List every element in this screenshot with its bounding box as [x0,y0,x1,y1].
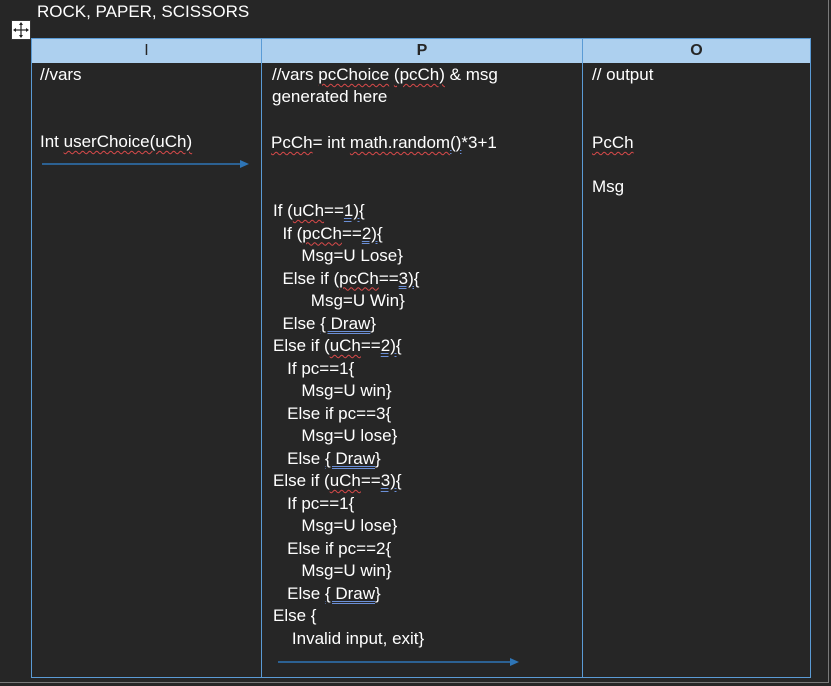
code-token: Else if ( [273,268,340,288]
code-token: Msg=U win} [273,381,392,400]
code-token: { Draw [320,313,371,333]
code-token: Else if pc==2{ [273,538,392,558]
code-line: Msg=U lose} [273,425,397,448]
code-token: uCh [329,471,361,490]
code-token: == [360,336,381,355]
code-token: { Draw [324,583,376,603]
code-token: Else if ( [273,471,330,490]
code-token: Msg=U win} [273,561,392,580]
code-line: Else { Draw} [273,313,376,336]
document-title: ROCK, PAPER, SCISSORS [37,2,250,21]
output-pcch: PcCh [592,132,634,155]
code-line: Msg=U lose} [273,515,397,538]
process-comment-line2: generated here [272,87,388,106]
table-header-row: I P O [32,39,810,63]
code-token: Msg=U Lose} [273,246,403,265]
code-token: Else [273,583,325,603]
code-line: If pc==1{ [273,358,354,381]
code-token: pcCh [339,268,379,288]
header-input: I [144,42,149,59]
code-token: If pc==1{ [273,358,355,378]
process-comment-suffix: & msg [444,65,498,84]
code-line: Msg=U Lose} [273,245,403,268]
input-user-choice-line: Int userChoice(uCh) [40,131,192,154]
output-pcch-text: PcCh [592,133,634,152]
output-msg: Msg [592,177,625,196]
ipo-table: I P O //vars Int userChoice(uCh) //vars … [31,38,811,678]
code-token: uCh [292,201,325,220]
code-token: 3){ [398,268,420,288]
code-line: Else if (pcCh==3){ [273,268,419,291]
code-token: Else if pc==3{ [273,403,392,423]
code-token: } [375,583,381,603]
code-token: Else [273,313,321,333]
code-line: Msg=U win} [273,560,392,583]
code-token: 3){ [380,471,402,490]
process-comment-pcch: (pcCh) [393,65,445,84]
process-pcch-tail: *3+1 [461,133,497,152]
code-token: pcCh [302,223,342,243]
table-move-handle-icon[interactable] [11,20,31,40]
code-line: Else { [273,605,316,628]
code-line: Else { Draw} [273,583,381,606]
input-int-keyword: Int [40,132,64,151]
process-pcch-var: PcCh [271,133,313,152]
code-token: == [360,471,381,490]
code-token: uCh [329,336,361,355]
input-user-choice-decl: userChoice(uCh) [63,132,193,151]
arrow-right-icon [42,160,249,168]
process-comment-prefix: //vars [272,65,319,84]
code-line: Else if pc==2{ [273,538,391,561]
process-pcch-assign: = int [312,133,350,152]
code-token: If pc==1{ [273,493,355,513]
process-pcch-assignment: PcCh= int math.random()*3+1 [271,132,497,155]
code-token: Invalid input, exit} [273,628,425,648]
code-token: If ( [273,223,303,243]
code-token: Msg=U Win} [273,291,405,310]
code-token: Else [273,448,325,468]
input-vars-comment: //vars [40,65,82,84]
arrow-right-icon [278,658,519,666]
code-token: If ( [273,201,293,220]
code-line: Msg=U win} [273,380,392,403]
code-line: Else { Draw} [273,448,381,471]
code-line: If (uCh==1){ [273,200,365,223]
header-process: P [416,42,428,59]
code-line: Msg=U Win} [273,290,405,313]
code-line: Else if (uCh==2){ [273,335,402,358]
header-output: O [690,42,703,59]
code-token: 2){ [380,336,402,355]
code-token: } [375,448,381,468]
code-line: Else if (uCh==3){ [273,470,402,493]
code-token: == [324,201,344,220]
process-pcch-parens: () [450,133,462,152]
process-comment-pcchoice: pcChoice [318,65,390,84]
code-token: Msg=U lose} [273,426,398,445]
code-token: == [378,268,399,288]
process-vars-comment: //vars pcChoice (pcCh) & msg [272,64,498,87]
code-token: { Draw [324,448,376,468]
code-line: If pc==1{ [273,493,354,516]
code-token: } [370,313,377,333]
code-line: Else if pc==3{ [273,403,391,426]
code-token: == [341,223,362,243]
output-comment: // output [592,65,654,84]
code-line: If (pcCh==2){ [273,223,383,246]
code-line: Invalid input, exit} [273,628,424,651]
process-pcch-math: math.random [349,133,451,152]
code-token: Else { [273,606,317,625]
column-divider [582,39,583,677]
column-divider [261,39,262,677]
code-token: Else if ( [273,336,330,355]
code-token: 1){ [343,201,365,220]
code-token: 2){ [361,223,383,243]
code-token: Msg=U lose} [273,516,398,535]
